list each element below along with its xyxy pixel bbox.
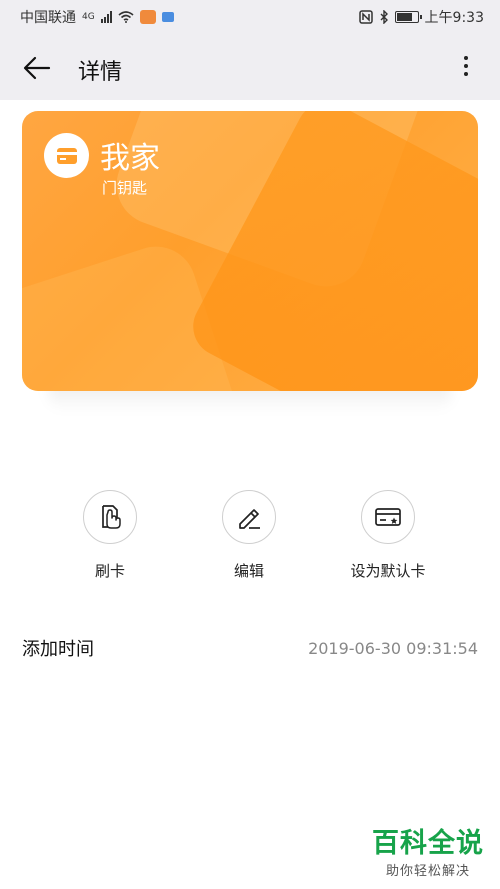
- watermark: 百科全说 助你轻松解决: [372, 821, 484, 879]
- status-right: 上午9:33: [358, 7, 484, 27]
- added-time-value: 2019-06-30 09:31:54: [308, 638, 478, 658]
- carrier-label: 中国联通: [20, 10, 76, 26]
- card-name: 我家: [100, 141, 160, 176]
- network-type: 4G: [82, 12, 95, 22]
- swipe-card-label: 刷卡: [94, 562, 125, 580]
- notification-car-icon: [161, 12, 174, 22]
- key-card[interactable]: 我家 门钥匙: [22, 111, 478, 391]
- page-title: 详情: [78, 60, 123, 85]
- bluetooth-icon: [380, 10, 388, 24]
- edit-button[interactable]: 编辑: [189, 490, 309, 581]
- added-time-row: 添加时间 2019-06-30 09:31:54: [22, 632, 478, 664]
- signal-icon: [100, 11, 112, 23]
- watermark-subtitle: 助你轻松解决: [385, 864, 470, 879]
- added-time-label: 添加时间: [22, 639, 94, 660]
- set-default-card-button[interactable]: 设为默认卡: [328, 490, 448, 581]
- app-bar: 详情: [0, 34, 500, 100]
- edit-label: 编辑: [233, 562, 264, 580]
- wifi-icon: [118, 11, 134, 23]
- nfc-icon: [358, 10, 373, 24]
- more-vertical-icon[interactable]: [460, 52, 472, 82]
- notification-app-icon: [139, 10, 156, 24]
- status-left: 中国联通 4G: [20, 7, 174, 27]
- set-default-card-label: 设为默认卡: [350, 562, 426, 580]
- default-card-icon: [361, 490, 415, 544]
- card-type: 门钥匙: [102, 179, 148, 197]
- swipe-card-button[interactable]: 刷卡: [50, 490, 170, 581]
- watermark-title: 百科全说: [372, 828, 484, 859]
- arrow-left-icon[interactable]: [22, 53, 52, 83]
- status-bar: 中国联通 4G 上午9:33: [0, 0, 500, 34]
- swipe-card-icon: [83, 490, 137, 544]
- clock: 上午9:33: [424, 10, 484, 26]
- card-icon: [44, 133, 89, 178]
- battery-icon: [394, 11, 422, 23]
- pencil-icon: [222, 490, 276, 544]
